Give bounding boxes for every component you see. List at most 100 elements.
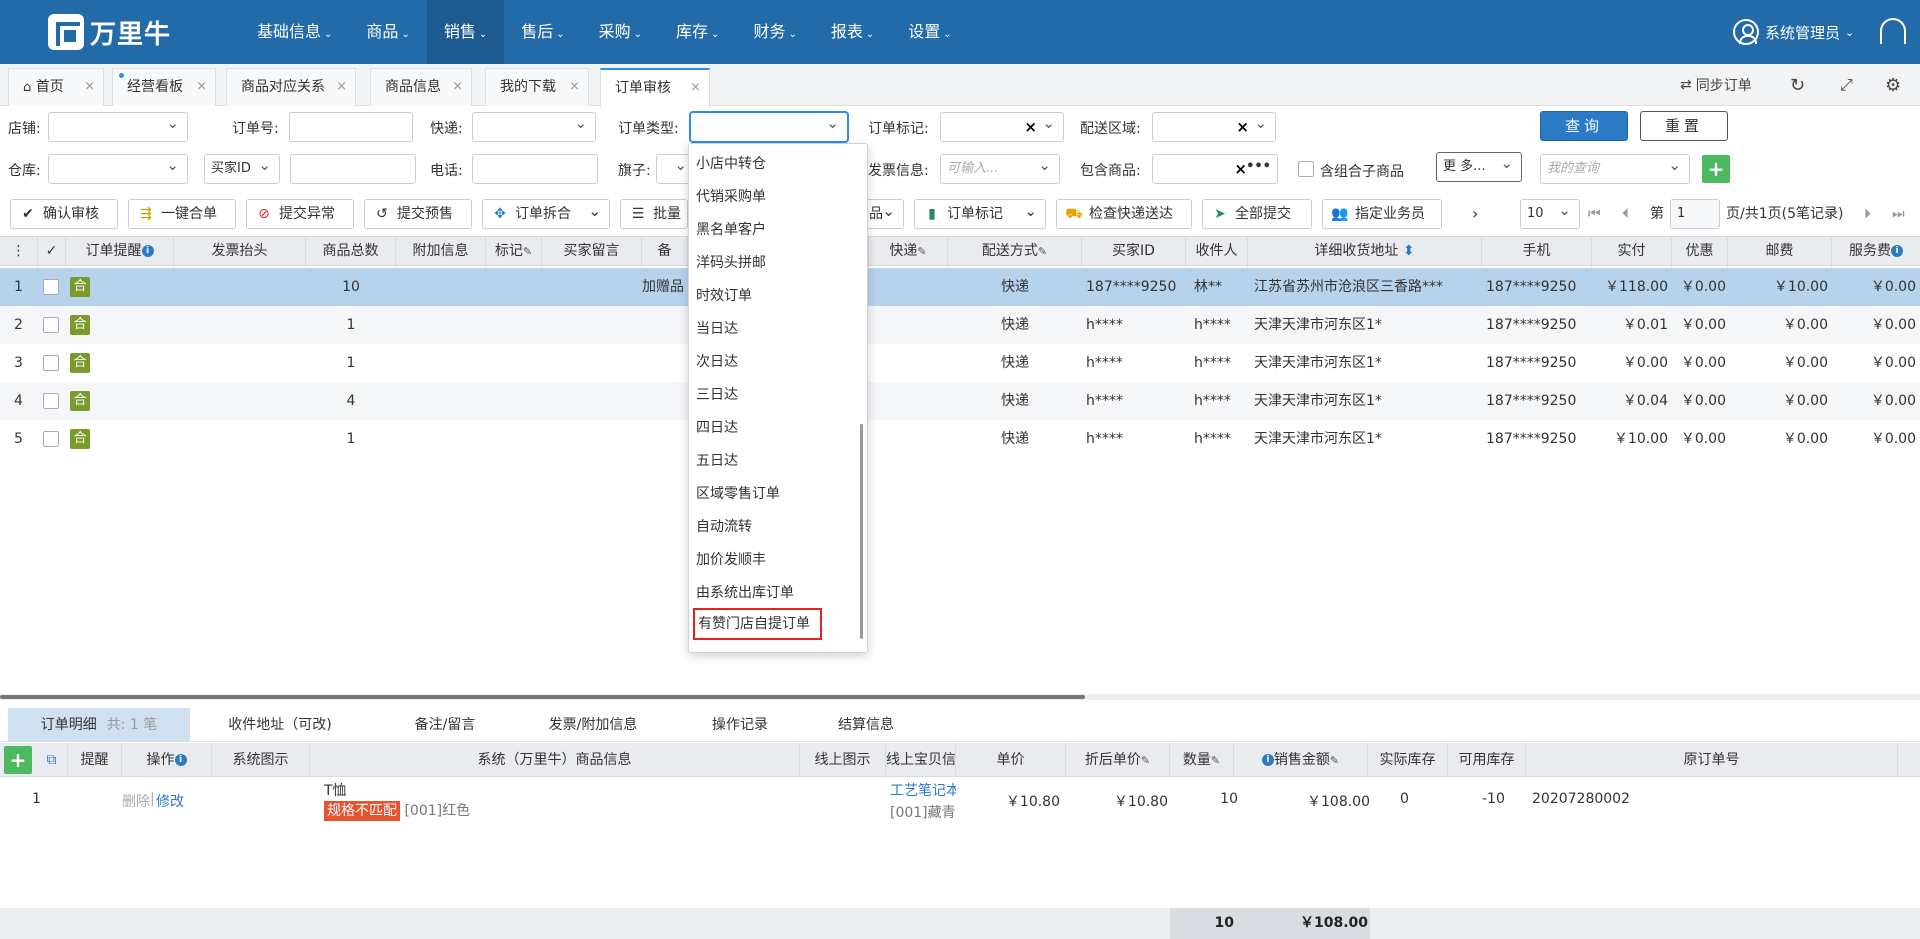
logo[interactable]: 万里牛 bbox=[48, 14, 171, 50]
select-all-check-icon[interactable]: ✓ bbox=[38, 237, 66, 267]
col-remark[interactable]: 备 bbox=[642, 237, 688, 267]
contains-goods-input[interactable]: × ••• bbox=[1152, 154, 1278, 184]
order-type-option[interactable]: 小店中转仓 bbox=[696, 148, 766, 180]
dcol-system-goods[interactable]: 系统（万里牛）商品信息 bbox=[310, 743, 800, 777]
query-button[interactable]: 查询 bbox=[1540, 111, 1628, 141]
close-icon[interactable]: × bbox=[196, 69, 207, 105]
check-express-button[interactable]: ⛟ 检查快递送达 bbox=[1056, 199, 1192, 229]
dcol-operation[interactable]: 操作 i bbox=[122, 743, 212, 777]
table-row[interactable]: 2 1 快递 h**** h**** 天津天津市河东区1* 187****9250 ￥0.01… bbox=[0, 306, 1920, 344]
invoice-select[interactable]: 可输入... bbox=[940, 151, 1060, 184]
tab-dashboard[interactable]: 经营看板 × bbox=[112, 68, 216, 106]
order-mark-button[interactable]: ▮ 订单标记 ⌄ bbox=[914, 199, 1046, 229]
online-item-link[interactable]: 工艺笔记本 bbox=[890, 780, 956, 800]
col-discount[interactable]: 优惠 bbox=[1672, 237, 1728, 267]
split-merge-button[interactable]: ✥ 订单拆合 ⌄ bbox=[482, 199, 610, 229]
dcol-system-image[interactable]: 系统图示 bbox=[212, 743, 310, 777]
col-postage[interactable]: 邮费 bbox=[1728, 237, 1832, 267]
dcol-actual-stock[interactable]: 实际库存 bbox=[1368, 743, 1448, 777]
close-icon[interactable]: × bbox=[452, 69, 463, 105]
buyer-id-input[interactable] bbox=[290, 154, 416, 184]
fullscreen-icon[interactable]: ⤢ bbox=[1840, 64, 1853, 106]
express-select[interactable] bbox=[472, 109, 596, 142]
order-type-option[interactable]: 自动流转 bbox=[696, 511, 752, 543]
settings-gear-icon[interactable]: ⚙ bbox=[1885, 64, 1901, 106]
batch-button[interactable]: ☰ 批量 bbox=[620, 199, 688, 229]
delete-link[interactable]: 删除 bbox=[122, 791, 150, 811]
order-type-option[interactable]: 四日达 bbox=[696, 412, 738, 444]
order-type-select[interactable] bbox=[690, 109, 848, 142]
close-icon[interactable]: × bbox=[84, 69, 95, 105]
shop-select[interactable] bbox=[48, 109, 188, 142]
dcol-original-order[interactable]: 原订单号 bbox=[1526, 743, 1898, 777]
tab-recipient-address[interactable]: 收件地址（可改) bbox=[200, 708, 360, 742]
col-recipient[interactable]: 收件人 bbox=[1186, 237, 1248, 267]
menu-purchase[interactable]: 采购 ⌄ bbox=[582, 0, 659, 64]
merge-orders-button[interactable]: ⇶ 一键合单 bbox=[128, 199, 236, 229]
col-invoice-title[interactable]: 发票抬头 bbox=[174, 237, 306, 267]
dcol-sales-amount[interactable]: i 销售金额✎ bbox=[1234, 743, 1368, 777]
add-query-button[interactable]: + bbox=[1702, 155, 1730, 183]
table-row[interactable]: 1 10 加赠品 快递 187****9250 林** 江苏省苏州市沧浪区三香路*** 187… bbox=[0, 268, 1920, 306]
page-size-select[interactable]: 10 bbox=[1520, 196, 1580, 229]
phone-input[interactable] bbox=[472, 154, 598, 184]
dcol-disc-price[interactable]: 折后单价✎ bbox=[1066, 743, 1170, 777]
order-type-option[interactable]: 由系统出库订单 bbox=[696, 577, 794, 609]
buyer-id-type-select[interactable]: 买家ID bbox=[204, 151, 280, 184]
more-filters-select[interactable]: 更 多... bbox=[1436, 149, 1522, 182]
col-express[interactable]: 快递✎ bbox=[868, 237, 948, 267]
col-service-fee[interactable]: 服务费 i bbox=[1832, 237, 1920, 267]
region-select[interactable]: × bbox=[1152, 109, 1276, 142]
order-type-option[interactable]: 洋码头拼邮 bbox=[696, 247, 766, 279]
user-menu[interactable]: 系统管理员 ⌄ bbox=[1733, 16, 1854, 48]
col-paid[interactable]: 实付 bbox=[1592, 237, 1672, 267]
col-order-reminder[interactable]: 订单提醒 i bbox=[66, 237, 174, 267]
menu-reports[interactable]: 报表 ⌄ bbox=[814, 0, 891, 64]
prev-page-icon[interactable]: ⏴ bbox=[1622, 199, 1629, 229]
close-icon[interactable]: × bbox=[569, 69, 580, 105]
col-goods-total[interactable]: 商品总数 bbox=[306, 237, 396, 267]
clear-icon[interactable]: × bbox=[1236, 113, 1249, 141]
dropdown-scrollbar[interactable] bbox=[860, 424, 863, 639]
reset-button[interactable]: 重置 bbox=[1640, 111, 1728, 141]
tab-home[interactable]: ⌂ 首页 × bbox=[8, 68, 104, 106]
close-icon[interactable]: × bbox=[690, 70, 701, 106]
tab-operation-log[interactable]: 操作记录 bbox=[690, 708, 790, 742]
table-row[interactable]: 4 4 快递 h**** h**** 天津天津市河东区1* 187****9250 ￥0.04… bbox=[0, 382, 1920, 420]
next-page-icon[interactable]: ⏵ bbox=[1864, 199, 1871, 229]
add-item-button[interactable]: + bbox=[4, 743, 32, 777]
first-page-icon[interactable]: ⏮ bbox=[1588, 199, 1601, 229]
column-menu-icon[interactable]: ⋮ bbox=[0, 237, 38, 267]
warehouse-select[interactable] bbox=[48, 151, 188, 184]
menu-finance[interactable]: 财务 ⌄ bbox=[736, 0, 813, 64]
order-no-input[interactable] bbox=[289, 112, 413, 142]
confirm-review-button[interactable]: ✔ 确认审核 bbox=[10, 199, 118, 229]
combo-checkbox[interactable] bbox=[1298, 161, 1314, 177]
menu-inventory[interactable]: 库存 ⌄ bbox=[659, 0, 736, 64]
dcol-quantity[interactable]: 数量✎ bbox=[1170, 743, 1234, 777]
order-mark-select[interactable]: × bbox=[940, 109, 1064, 142]
row-checkbox[interactable] bbox=[43, 431, 59, 447]
menu-sales[interactable]: 销售 ⌄ bbox=[426, 0, 505, 64]
row-checkbox[interactable] bbox=[43, 393, 59, 409]
order-type-option[interactable]: 时效订单 bbox=[696, 280, 752, 312]
order-type-option[interactable]: 当日达 bbox=[696, 313, 738, 345]
menu-settings[interactable]: 设置 ⌄ bbox=[891, 0, 968, 64]
submit-presale-button[interactable]: ↺ 提交预售 bbox=[364, 199, 472, 229]
support-headset-icon[interactable] bbox=[1880, 18, 1906, 44]
order-type-option[interactable]: 加价发顺丰 bbox=[696, 544, 766, 576]
goods-mark-button[interactable]: 品 ⌄ bbox=[866, 199, 904, 229]
order-type-option[interactable]: 区域零售订单 bbox=[696, 478, 780, 510]
assign-salesman-button[interactable]: 👥 指定业务员 bbox=[1322, 199, 1442, 229]
tab-my-downloads[interactable]: 我的下载 × bbox=[485, 68, 589, 106]
close-icon[interactable]: × bbox=[336, 69, 347, 105]
order-type-option[interactable]: 有赞门店自提订单 bbox=[693, 608, 822, 640]
dcol-online-image[interactable]: 线上图示 bbox=[800, 743, 886, 777]
col-extra-info[interactable]: 附加信息 bbox=[396, 237, 486, 267]
copy-icon[interactable]: ⧉ bbox=[36, 743, 68, 777]
order-type-option[interactable]: 五日达 bbox=[696, 445, 738, 477]
menu-basic-info[interactable]: 基础信息 ⌄ bbox=[240, 0, 349, 64]
tab-goods-mapping[interactable]: 商品对应关系 × bbox=[226, 68, 356, 106]
menu-after-sales[interactable]: 售后 ⌄ bbox=[504, 0, 581, 64]
order-type-option[interactable]: 代销采购单 bbox=[696, 181, 766, 213]
